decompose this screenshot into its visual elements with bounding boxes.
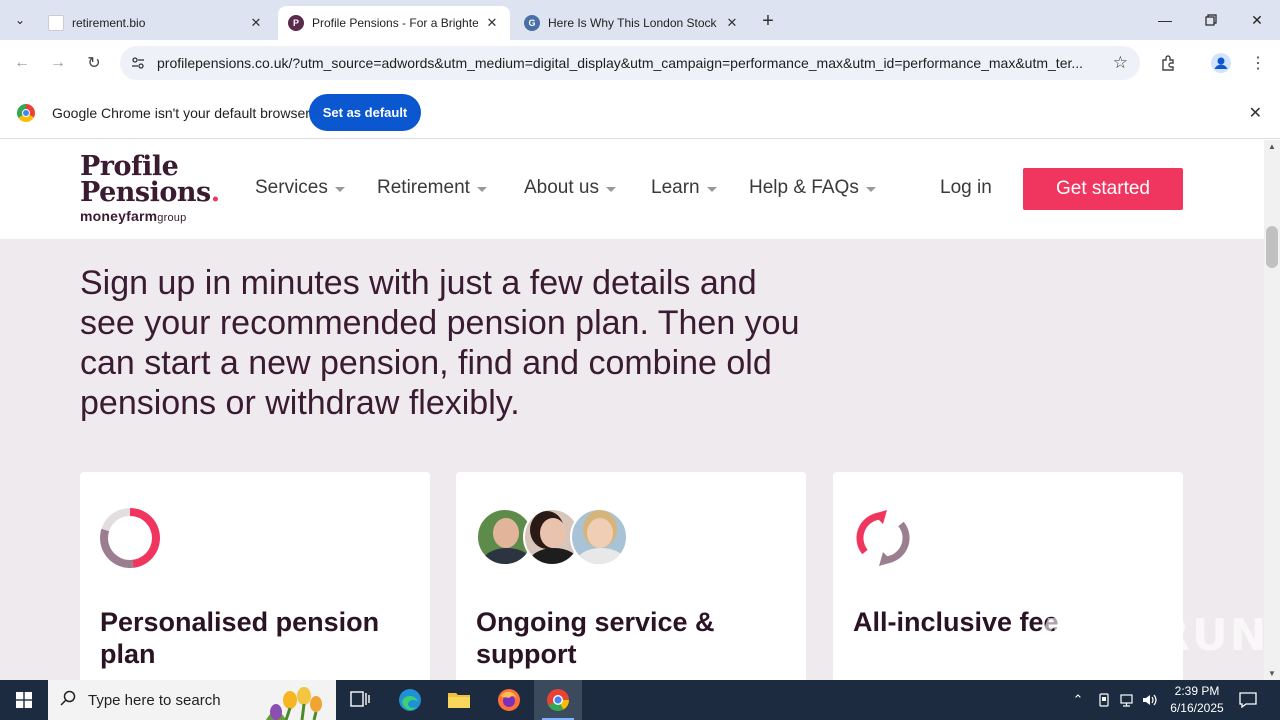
logo-sub-small: group — [157, 212, 187, 224]
browser-toolbar: ← → ↻ profilepensions.co.uk/?utm_source=… — [0, 40, 1280, 86]
page-scrollbar[interactable]: ▲ ▼ — [1264, 140, 1280, 680]
infobar-message: Google Chrome isn't your default browser — [52, 105, 310, 121]
kebab-menu-icon[interactable]: ⋮ — [1244, 49, 1272, 77]
nav-label: Retirement — [377, 177, 470, 198]
refresh-cycle-icon — [856, 510, 910, 566]
notifications-icon[interactable] — [1236, 680, 1260, 720]
network-icon[interactable] — [1117, 680, 1137, 720]
profile-avatar-icon[interactable] — [1207, 49, 1235, 77]
clock-time: 2:39 PM — [1174, 684, 1220, 698]
close-icon[interactable]: ✕ — [1249, 103, 1262, 123]
taskbar-search-box[interactable]: Type here to search — [48, 680, 336, 720]
nav-services[interactable]: Services — [255, 177, 345, 199]
windows-taskbar: Type here to search ⌃ 2:39 PM 6/16/2025 — [0, 680, 1280, 720]
gg-favicon: G — [524, 15, 540, 31]
search-placeholder: Type here to search — [88, 692, 221, 709]
clock-date: 6/16/2025 — [1170, 701, 1224, 715]
minimize-icon[interactable]: — — [1142, 0, 1188, 40]
site-header: Profile Pensions. moneyfarmgroup Service… — [0, 140, 1264, 239]
tab-title: Profile Pensions - For a Brighter — [312, 16, 478, 30]
extensions-puzzle-icon[interactable] — [1155, 49, 1183, 77]
forward-arrow-icon[interactable]: → — [44, 49, 72, 77]
logo-dot: . — [210, 177, 220, 208]
tab-title: Here Is Why This London Stock — [548, 16, 717, 30]
close-icon[interactable]: ✕ — [248, 15, 264, 31]
url-text[interactable]: profilepensions.co.uk/?utm_source=adword… — [157, 55, 1092, 71]
restore-icon[interactable] — [1188, 0, 1234, 40]
watermark-logo: ANY.RUN — [1036, 610, 1264, 661]
hero-text: Sign up in minutes with just a few detai… — [80, 264, 800, 422]
nav-about-us[interactable]: About us — [524, 177, 616, 199]
tab-retirement-bio[interactable]: retirement.bio ✕ — [38, 6, 274, 40]
tab-london-stock[interactable]: G Here Is Why This London Stock ✕ — [514, 6, 750, 40]
chevron-down-icon — [606, 186, 616, 192]
logo-line-2: Pensions — [80, 177, 211, 208]
site-info-icon[interactable] — [128, 53, 148, 73]
scroll-up-arrow-icon[interactable]: ▲ — [1267, 142, 1277, 151]
file-explorer-icon[interactable] — [435, 680, 483, 720]
address-bar[interactable]: profilepensions.co.uk/?utm_source=adword… — [120, 46, 1140, 80]
tulip-flowers-icon — [266, 687, 322, 720]
nav-label: Services — [255, 177, 328, 198]
chevron-down-icon — [865, 186, 876, 192]
edge-browser-icon[interactable] — [386, 680, 434, 720]
avatar — [570, 508, 628, 566]
page-viewport: Profile Pensions. moneyfarmgroup Service… — [0, 140, 1264, 680]
chevron-down-icon — [334, 186, 345, 192]
default-browser-infobar: Google Chrome isn't your default browser… — [0, 86, 1280, 139]
donut-chart-icon — [100, 508, 160, 568]
logo-sub: moneyfarm — [80, 208, 158, 224]
device-icon[interactable] — [1094, 680, 1114, 720]
firefox-icon[interactable] — [485, 680, 533, 720]
chrome-logo-icon — [17, 104, 35, 122]
get-started-button[interactable]: Get started — [1023, 168, 1183, 210]
windows-start-icon[interactable] — [0, 680, 48, 720]
blank-page-icon — [48, 15, 64, 31]
new-tab-icon[interactable]: + — [756, 9, 780, 33]
nav-retirement[interactable]: Retirement — [377, 177, 487, 199]
profile-pensions-favicon: P — [288, 15, 304, 31]
taskbar-clock[interactable]: 2:39 PM 6/16/2025 — [1160, 683, 1234, 717]
chevron-down-icon — [706, 186, 717, 192]
profile-pensions-logo[interactable]: Profile Pensions. moneyfarmgroup — [80, 153, 220, 224]
nav-label: About us — [524, 177, 599, 198]
nav-label: Learn — [651, 177, 700, 198]
task-view-icon[interactable] — [336, 680, 384, 720]
feature-card: Personalised pension plan — [80, 472, 430, 680]
close-window-icon[interactable]: ✕ — [1234, 0, 1280, 40]
close-icon[interactable]: ✕ — [724, 15, 740, 31]
chrome-taskbar-icon[interactable] — [534, 680, 582, 720]
nav-help-faqs[interactable]: Help & FAQs — [749, 177, 876, 199]
back-arrow-icon[interactable]: ← — [8, 49, 36, 77]
nav-label: Help & FAQs — [749, 177, 859, 198]
scrollbar-thumb[interactable] — [1266, 226, 1278, 268]
card-title: Personalised pension plan — [100, 607, 380, 669]
show-hidden-icons-chevron-icon[interactable]: ⌃ — [1068, 680, 1088, 720]
bookmark-star-icon[interactable]: ☆ — [1113, 53, 1128, 73]
chevron-down-icon — [476, 186, 487, 192]
tab-profile-pensions[interactable]: P Profile Pensions - For a Brighter ✕ — [278, 6, 510, 40]
nav-learn[interactable]: Learn — [651, 177, 717, 199]
close-icon[interactable]: ✕ — [484, 15, 500, 31]
volume-icon[interactable] — [1140, 680, 1160, 720]
card-title: Ongoing service & support — [476, 607, 715, 669]
search-icon — [60, 690, 76, 711]
set-as-default-button[interactable]: Set as default — [309, 94, 421, 131]
tab-search-chevron-icon[interactable]: ⌄ — [8, 8, 32, 32]
scroll-down-arrow-icon[interactable]: ▼ — [1267, 669, 1277, 678]
tab-strip: ⌄ retirement.bio ✕ P Profile Pensions - … — [0, 0, 1280, 40]
feature-card: Ongoing service & support — [456, 472, 806, 680]
login-link[interactable]: Log in — [940, 177, 992, 199]
reload-icon[interactable]: ↻ — [80, 49, 108, 77]
tab-title: retirement.bio — [72, 16, 146, 30]
